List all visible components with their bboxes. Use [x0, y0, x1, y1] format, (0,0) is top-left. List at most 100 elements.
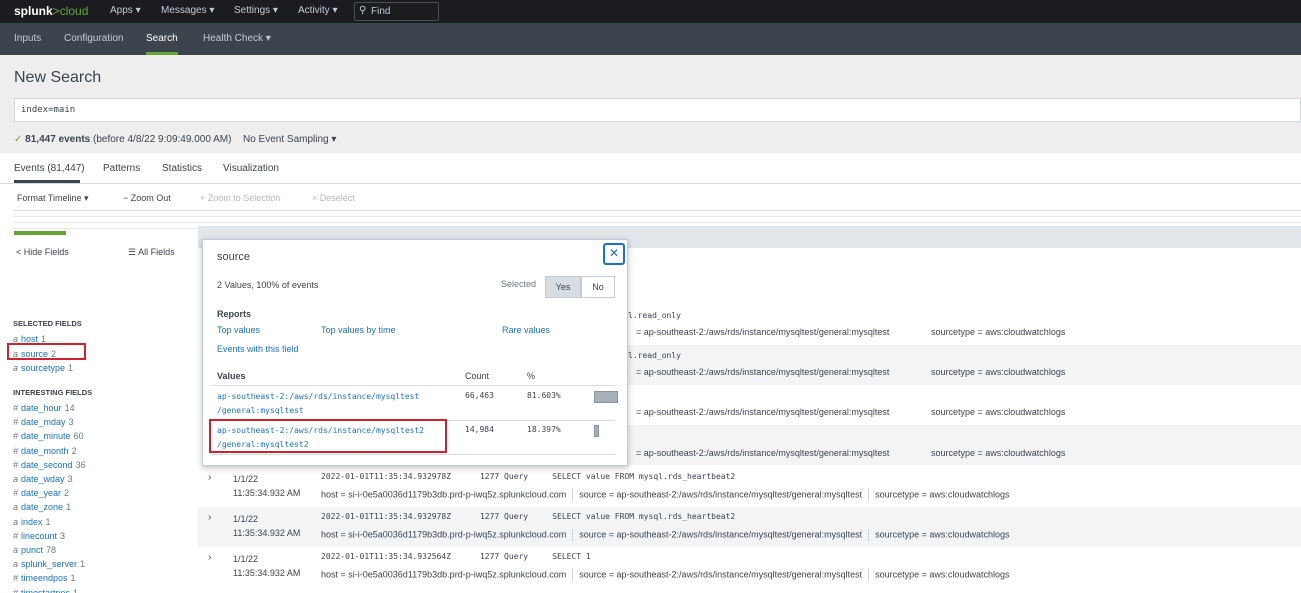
field-timeendpos[interactable]: # timeendpos 1	[13, 573, 76, 583]
field-count: 60	[73, 431, 84, 442]
all-fields-button[interactable]: ☰ All Fields	[128, 247, 175, 258]
event-row[interactable]: › 1/1/22 11:35:34.932 AM 2022-01-01T11:35:3…	[198, 467, 1301, 507]
close-icon[interactable]: ✕	[603, 243, 625, 265]
tab-events[interactable]: Events (81,447)	[14, 163, 85, 174]
field-punct[interactable]: a punct 78	[13, 545, 56, 555]
selected-yes-button[interactable]: Yes	[545, 276, 581, 298]
event-row-background	[628, 425, 1301, 465]
nav-inputs[interactable]: Inputs	[14, 33, 41, 44]
expand-chevron-icon[interactable]: ›	[208, 472, 211, 483]
field-name: timestartpos	[21, 587, 71, 593]
event-host[interactable]: host = si-i-0e5a0036d1179b3db.prd-p-iwq5…	[321, 569, 566, 579]
field-linecount[interactable]: # linecount 3	[13, 531, 65, 541]
find-input[interactable]: ⚲ Find	[354, 2, 439, 21]
tab-patterns[interactable]: Patterns	[103, 163, 140, 174]
event-sourcetype[interactable]: sourcetype = aws:cloudwatchlogs	[875, 569, 1009, 579]
field-date-mday[interactable]: # date_mday 3	[13, 417, 74, 427]
popup-subtitle: 2 Values, 100% of events	[217, 280, 319, 290]
event-raw: 2022-01-01T11:35:34.932564Z 1277 Query S…	[321, 552, 591, 561]
event-meta: host = si-i-0e5a0036d1179b3db.prd-p-iwq5…	[321, 569, 1009, 581]
field-timestartpos[interactable]: # timestartpos 1	[13, 588, 78, 593]
event-time: 1/1/22 11:35:34.932 AM	[233, 554, 301, 578]
tab-divider	[0, 183, 1301, 184]
event-sourcetype[interactable]: sourcetype = aws:cloudwatchlogs	[875, 529, 1009, 539]
field-date-year[interactable]: # date_year 2	[13, 488, 69, 498]
expand-chevron-icon[interactable]: ›	[208, 552, 211, 563]
field-type-icon: a	[13, 516, 19, 527]
field-type-icon: #	[13, 530, 19, 541]
field-name: date_mday	[21, 417, 66, 428]
field-sourcetype[interactable]: a sourcetype 1	[13, 363, 73, 373]
event-host[interactable]: host = si-i-0e5a0036d1179b3db.prd-p-iwq5…	[321, 489, 566, 499]
activity-menu[interactable]: Activity ▾	[298, 5, 337, 16]
deselect-button[interactable]: × Deselect	[312, 193, 355, 203]
event-source[interactable]: source = ap-southeast-2:/aws/rds/instanc…	[579, 489, 862, 499]
event-row[interactable]: › 1/1/22 11:35:34.932 AM 2022-01-01T11:35:3…	[198, 507, 1301, 547]
format-timeline-button[interactable]: Format Timeline ▾	[17, 193, 89, 204]
value-percent-bar	[594, 425, 599, 437]
field-count: 1	[45, 516, 51, 527]
field-date-hour[interactable]: # date_hour 14	[13, 403, 75, 413]
nav-search[interactable]: Search	[146, 33, 178, 44]
timeline-bar[interactable]	[14, 231, 66, 235]
selected-no-button[interactable]: No	[581, 276, 615, 298]
field-date-month[interactable]: # date_month 2	[13, 446, 77, 456]
nav-health-check[interactable]: Health Check ▾	[203, 33, 271, 44]
field-splunk-server[interactable]: a splunk_server 1	[13, 559, 85, 569]
field-date-minute[interactable]: # date_minute 60	[13, 431, 84, 441]
splunk-logo[interactable]: splunk>cloud	[14, 4, 88, 18]
tab-statistics[interactable]: Statistics	[162, 163, 202, 174]
field-name: sourcetype	[21, 363, 66, 373]
field-count: 3	[67, 474, 73, 484]
field-date-second[interactable]: # date_second 36	[13, 460, 86, 470]
event-host[interactable]: host = si-i-0e5a0036d1179b3db.prd-p-iwq5…	[321, 529, 566, 539]
field-type-icon: #	[13, 403, 19, 413]
field-count: 36	[75, 459, 86, 470]
top-values-by-time-link[interactable]: Top values by time	[321, 325, 396, 335]
field-type-icon: a	[13, 363, 19, 373]
expand-chevron-icon[interactable]: ›	[208, 512, 211, 523]
field-type-icon: #	[13, 459, 19, 470]
hide-fields-button[interactable]: < Hide Fields	[16, 247, 69, 257]
field-value-link[interactable]: ap-southeast-2:/aws/rds/instance/mysqlte…	[217, 390, 419, 418]
source-value-highlight	[209, 419, 447, 453]
field-name: punct	[21, 545, 44, 555]
nav-configuration[interactable]: Configuration	[64, 33, 123, 44]
event-sourcetype[interactable]: sourcetype = aws:cloudwatchlogs	[875, 489, 1009, 499]
event-row[interactable]: › 1/1/22 11:35:34.932 AM 2022-01-01T11:35:3…	[198, 547, 1301, 587]
field-date-wday[interactable]: a date_wday 3	[13, 474, 73, 484]
apps-menu[interactable]: Apps ▾	[110, 5, 141, 16]
field-type-icon: #	[13, 445, 19, 456]
field-name: date_minute	[21, 431, 71, 442]
zoom-to-selection-button[interactable]: + Zoom to Selection	[200, 193, 280, 203]
selected-label: Selected	[501, 279, 537, 289]
event-time: 1/1/22 11:35:34.932 AM	[233, 474, 301, 498]
field-name: splunk_server	[21, 559, 78, 570]
rare-values-link[interactable]: Rare values	[502, 325, 550, 335]
field-index[interactable]: a index 1	[13, 517, 51, 527]
search-query-input[interactable]: index=main	[14, 98, 1301, 122]
event-source[interactable]: source = ap-southeast-2:/aws/rds/instanc…	[579, 529, 862, 539]
percent-column-header: %	[527, 371, 536, 381]
messages-menu[interactable]: Messages ▾	[161, 5, 214, 16]
value-percent: 18.397%	[527, 425, 561, 434]
field-name: date_zone	[21, 502, 64, 513]
field-name: index	[21, 516, 43, 527]
settings-menu[interactable]: Settings ▾	[234, 5, 278, 16]
selected-fields-header: SELECTED FIELDS	[13, 319, 82, 328]
zoom-out-button[interactable]: − Zoom Out	[123, 193, 171, 203]
field-date-zone[interactable]: a date_zone 1	[13, 502, 71, 512]
interesting-fields-header: INTERESTING FIELDS	[13, 388, 93, 397]
tab-visualization[interactable]: Visualization	[223, 163, 279, 174]
field-type-icon: a	[13, 559, 19, 570]
value-percent-bar	[594, 391, 618, 403]
top-values-link[interactable]: Top values	[217, 325, 260, 335]
event-sourcetype-partial: sourcetype = aws:cloudwatchlogs	[931, 327, 1066, 337]
event-source[interactable]: source = ap-southeast-2:/aws/rds/instanc…	[579, 569, 862, 579]
events-with-field-link[interactable]: Events with this field	[217, 344, 299, 354]
event-sampling-dropdown[interactable]: No Event Sampling ▾	[243, 134, 336, 145]
event-raw-partial: l.read_only	[628, 351, 681, 360]
field-type-icon: #	[13, 417, 19, 428]
field-name: date_hour	[21, 403, 62, 413]
field-name: date_year	[21, 488, 62, 499]
